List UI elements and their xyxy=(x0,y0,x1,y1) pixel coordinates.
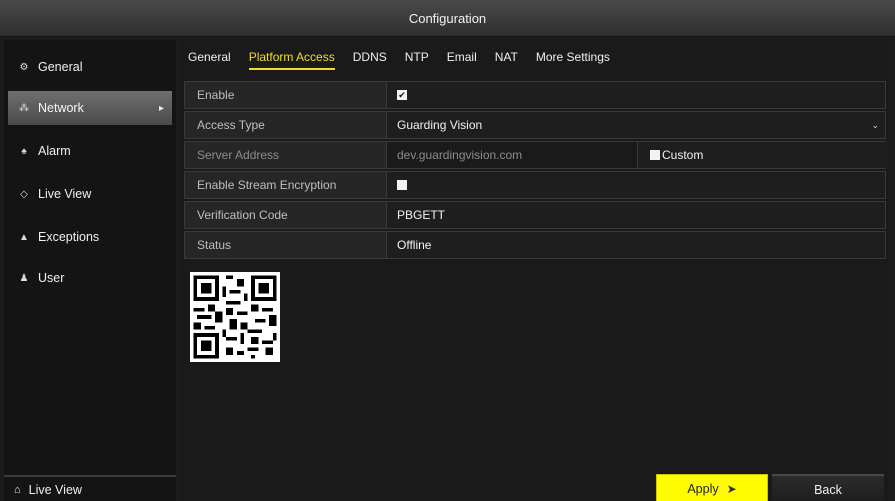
alarm-icon: ♠ xyxy=(21,145,27,157)
sidebar-item-label: Alarm xyxy=(38,144,71,158)
access-type-row: Access Type Guarding Vision ⌄ xyxy=(184,111,886,139)
stream-encryption-label: Enable Stream Encryption xyxy=(185,172,387,198)
stream-encryption-row: Enable Stream Encryption xyxy=(184,171,886,199)
verification-code-row: Verification Code PBGETT xyxy=(184,201,886,229)
user-icon: ♟ xyxy=(19,272,29,284)
enable-checkbox[interactable]: ✔ xyxy=(397,90,407,100)
tab-bar: General Platform Access DDNS NTP Email N… xyxy=(182,40,888,74)
sidebar-item-alarm[interactable]: ♠ Alarm xyxy=(4,134,176,168)
sidebar-item-user[interactable]: ♟ User xyxy=(4,261,176,295)
enable-label: Enable xyxy=(185,82,387,108)
window-title: Configuration xyxy=(0,0,895,37)
apply-button[interactable]: Apply ➤ xyxy=(656,474,768,501)
main-panel: General Platform Access DDNS NTP Email N… xyxy=(182,40,888,501)
access-type-select[interactable]: Guarding Vision xyxy=(397,112,482,138)
server-address-field[interactable]: dev.guardingvision.com xyxy=(397,142,522,168)
status-row: Status Offline xyxy=(184,231,886,259)
live-view-label: Live View xyxy=(28,483,82,497)
enable-row: Enable ✔ xyxy=(184,81,886,109)
sidebar-item-label: Exceptions xyxy=(38,230,100,244)
server-address-label: Server Address xyxy=(185,142,387,168)
verification-code-label: Verification Code xyxy=(185,202,387,228)
back-button[interactable]: Back xyxy=(772,474,884,501)
sidebar-item-exceptions[interactable]: ▲ Exceptions xyxy=(4,220,176,254)
status-value: Offline xyxy=(397,238,432,252)
apply-label: Apply xyxy=(687,481,719,496)
sidebar-item-general[interactable]: ⚙ General xyxy=(4,50,176,84)
sidebar: ⚙ General ⁂ Network ▸ ♠ Alarm ◇ Live Vie… xyxy=(4,40,176,501)
tab-nat[interactable]: NAT xyxy=(495,50,518,64)
sidebar-item-label: User xyxy=(38,271,65,285)
network-icon: ⁂ xyxy=(19,102,29,114)
server-address-row: Server Address dev.guardingvision.com Cu… xyxy=(184,141,888,169)
sidebar-item-live-view[interactable]: ◇ Live View xyxy=(4,177,176,211)
chevron-right-icon: ▸ xyxy=(158,102,164,114)
status-label: Status xyxy=(185,232,387,258)
chevron-down-icon[interactable]: ⌄ xyxy=(871,112,879,138)
home-icon: ⌂ xyxy=(14,484,21,496)
custom-server-toggle[interactable]: Custom xyxy=(637,142,888,168)
gear-icon: ⚙ xyxy=(19,61,29,73)
tab-platform-access[interactable]: Platform Access xyxy=(248,50,335,70)
access-type-label: Access Type xyxy=(185,112,387,138)
pointer-icon: ➤ xyxy=(726,481,737,496)
tab-more-settings[interactable]: More Settings xyxy=(536,50,610,64)
sidebar-item-label: General xyxy=(38,60,83,74)
warning-icon: ▲ xyxy=(19,231,29,243)
sidebar-item-label: Network xyxy=(38,101,84,115)
sidebar-item-label: Live View xyxy=(38,187,92,201)
configuration-window: Configuration ⚙ General ⁂ Network ▸ ♠ Al… xyxy=(0,0,895,501)
settings-form: Enable ✔ Access Type Guarding Vision ⌄ S… xyxy=(184,81,888,261)
live-view-icon: ◇ xyxy=(20,188,28,200)
tab-ntp[interactable]: NTP xyxy=(405,50,429,64)
verification-code-field[interactable]: PBGETT xyxy=(397,202,445,228)
sidebar-item-network[interactable]: ⁂ Network ▸ xyxy=(8,91,172,125)
tab-general[interactable]: General xyxy=(188,50,231,64)
tab-email[interactable]: Email xyxy=(447,50,477,64)
qr-code xyxy=(190,272,280,362)
custom-checkbox[interactable] xyxy=(650,150,660,160)
live-view-button[interactable]: ⌂ Live View xyxy=(4,475,176,501)
stream-encryption-checkbox[interactable] xyxy=(397,180,407,190)
tab-ddns[interactable]: DDNS xyxy=(353,50,387,64)
custom-label: Custom xyxy=(662,148,704,162)
